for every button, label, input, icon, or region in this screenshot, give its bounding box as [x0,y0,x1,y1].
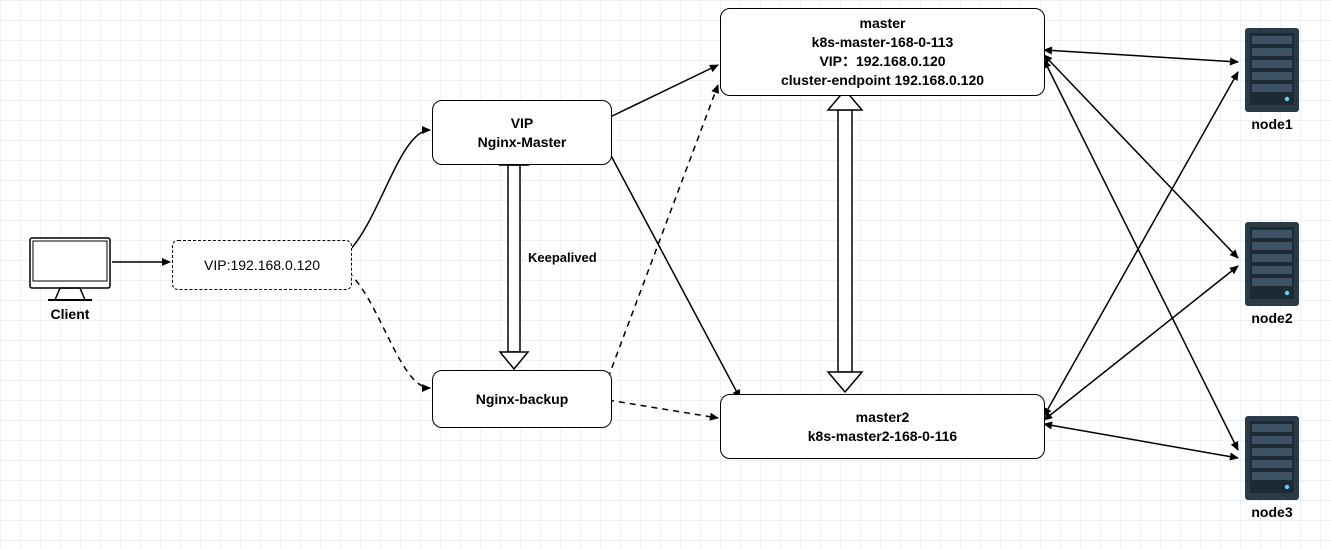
nginx-backup-box: Nginx-backup [432,370,612,428]
nginx-master-line2: Nginx-Master [478,133,567,152]
master-line1: master [781,14,984,33]
client-icon [30,238,110,300]
master2-line2: k8s-master2-168-0-116 [808,427,957,446]
vip-box: VIP:192.168.0.120 [172,240,352,290]
master-line3: VIP：192.168.0.120 [781,52,984,71]
vip-box-text: VIP:192.168.0.120 [204,257,320,273]
keepalived-label: Keepalived [528,250,618,265]
nginx-master-line1: VIP [478,114,567,133]
master-box: master k8s-master-168-0-113 VIP：192.168.… [720,8,1045,96]
master-line2: k8s-master-168-0-113 [781,33,984,52]
nginx-backup-label: Nginx-backup [476,390,569,409]
master-line4: cluster-endpoint 192.168.0.120 [781,71,984,90]
diagram-canvas: Client VIP:192.168.0.120 VIP Nginx-Maste… [0,0,1331,549]
server-icon-node1 [1245,28,1299,112]
client-label: Client [30,306,110,322]
master2-box: master2 k8s-master2-168-0-116 [720,394,1045,459]
node1-label: node1 [1240,116,1304,132]
nginx-master-box: VIP Nginx-Master [432,100,612,165]
server-icon-node2 [1245,222,1299,306]
master2-line1: master2 [808,408,957,427]
node2-label: node2 [1240,310,1304,326]
node3-label: node3 [1240,504,1304,520]
server-icon-node3 [1245,416,1299,500]
